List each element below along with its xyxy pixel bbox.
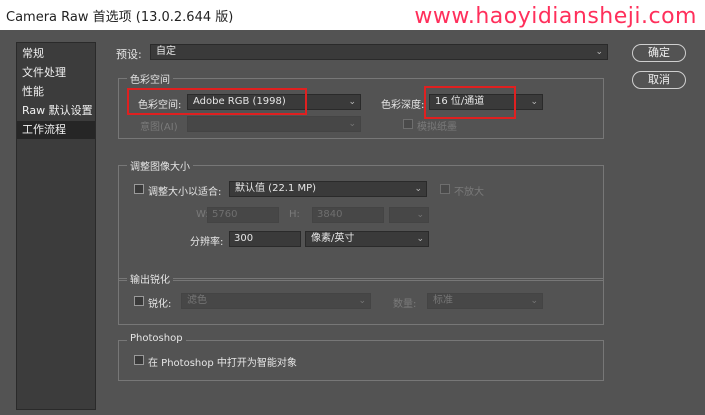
- sidebar-item-file-handling[interactable]: 文件处理: [17, 64, 95, 82]
- dont-enlarge-label: 不放大: [454, 187, 484, 198]
- window-title: Camera Raw 首选项 (13.0.2.644 版): [6, 10, 234, 25]
- color-space-label: 色彩空间:: [138, 100, 182, 111]
- cancel-button[interactable]: 取消: [632, 71, 686, 89]
- chevron-down-icon: ⌄: [414, 184, 422, 194]
- preset-value: 自定: [156, 46, 176, 57]
- smart-object-label: 在 Photoshop 中打开为智能对象: [148, 358, 297, 369]
- chevron-down-icon: ⌄: [595, 47, 603, 57]
- color-space-select[interactable]: Adobe RGB (1998) ⌄: [187, 94, 361, 110]
- output-sharpening-title: 输出锐化: [127, 271, 173, 286]
- dont-enlarge-checkbox[interactable]: [440, 184, 450, 194]
- output-sharpening-group: 输出锐化 锐化: 滤色 ⌄ 数量: 标准 ⌄: [118, 271, 604, 325]
- image-sizing-group: 调整图像大小 调整大小以适合: 默认值 (22.1 MP) ⌄ 不放大 W: 5…: [118, 158, 604, 281]
- intent-label: 意图(AI): [140, 122, 178, 133]
- simulate-paper-label: 模拟纸墨: [417, 122, 457, 133]
- title-bar: Camera Raw 首选项 (13.0.2.644 版) www.haoyid…: [0, 0, 705, 30]
- resize-to-fit-value: 默认值 (22.1 MP): [235, 183, 317, 194]
- color-depth-label: 色彩深度:: [381, 100, 425, 111]
- chevron-down-icon: ⌄: [348, 97, 356, 107]
- height-label: H:: [289, 209, 300, 220]
- sidebar-item-performance[interactable]: 性能: [17, 83, 95, 101]
- resolution-label: 分辨率:: [190, 237, 224, 248]
- sharpen-value: 滤色: [187, 295, 207, 306]
- color-space-value: Adobe RGB (1998): [193, 96, 286, 107]
- resolution-unit-select[interactable]: 像素/英寸 ⌄: [305, 231, 429, 247]
- resolution-input[interactable]: 300: [229, 231, 301, 247]
- amount-value: 标准: [433, 295, 453, 306]
- intent-select[interactable]: ⌄: [187, 116, 361, 132]
- color-depth-value: 16 位/通道: [435, 96, 485, 107]
- chevron-down-icon: ⌄: [416, 234, 424, 244]
- chevron-down-icon: ⌄: [358, 296, 366, 306]
- resize-to-fit-select[interactable]: 默认值 (22.1 MP) ⌄: [229, 181, 427, 197]
- preset-select[interactable]: 自定 ⌄: [150, 44, 608, 60]
- preferences-dialog: 常规 文件处理 性能 Raw 默认设置 工作流程 预设: 自定 ⌄ 确定 取消 …: [0, 30, 705, 415]
- sidebar: 常规 文件处理 性能 Raw 默认设置 工作流程: [16, 42, 96, 410]
- chevron-down-icon: ⌄: [530, 97, 538, 107]
- chevron-down-icon: ⌄: [416, 210, 424, 220]
- smart-object-checkbox[interactable]: [134, 355, 144, 365]
- sharpen-checkbox[interactable]: [134, 296, 144, 306]
- sidebar-item-raw-defaults[interactable]: Raw 默认设置: [17, 102, 95, 120]
- size-unit-select[interactable]: ⌄: [389, 207, 429, 223]
- sharpen-select[interactable]: 滤色 ⌄: [181, 293, 371, 309]
- image-sizing-title: 调整图像大小: [127, 158, 193, 173]
- amount-select[interactable]: 标准 ⌄: [427, 293, 543, 309]
- resolution-unit-value: 像素/英寸: [311, 233, 355, 244]
- amount-label: 数量:: [393, 299, 417, 310]
- preset-label: 预设:: [116, 48, 142, 61]
- width-input[interactable]: 5760: [207, 207, 279, 223]
- photoshop-group: Photoshop 在 Photoshop 中打开为智能对象: [118, 333, 604, 381]
- height-input[interactable]: 3840: [312, 207, 384, 223]
- photoshop-title: Photoshop: [127, 333, 186, 344]
- color-depth-select[interactable]: 16 位/通道 ⌄: [429, 94, 543, 110]
- color-space-group: 色彩空间 色彩空间: Adobe RGB (1998) ⌄ 色彩深度: 16 位…: [118, 71, 604, 139]
- sidebar-item-general[interactable]: 常规: [17, 45, 95, 63]
- resize-to-fit-checkbox[interactable]: [134, 184, 144, 194]
- watermark: www.haoyidiansheji.com: [414, 4, 697, 29]
- ok-button[interactable]: 确定: [632, 44, 686, 62]
- color-space-title: 色彩空间: [127, 71, 173, 86]
- chevron-down-icon: ⌄: [348, 119, 356, 129]
- sharpen-label: 锐化:: [148, 299, 172, 310]
- resize-to-fit-label: 调整大小以适合:: [148, 187, 222, 198]
- simulate-paper-checkbox[interactable]: [403, 119, 413, 129]
- chevron-down-icon: ⌄: [530, 296, 538, 306]
- sidebar-item-workflow[interactable]: 工作流程: [17, 121, 95, 139]
